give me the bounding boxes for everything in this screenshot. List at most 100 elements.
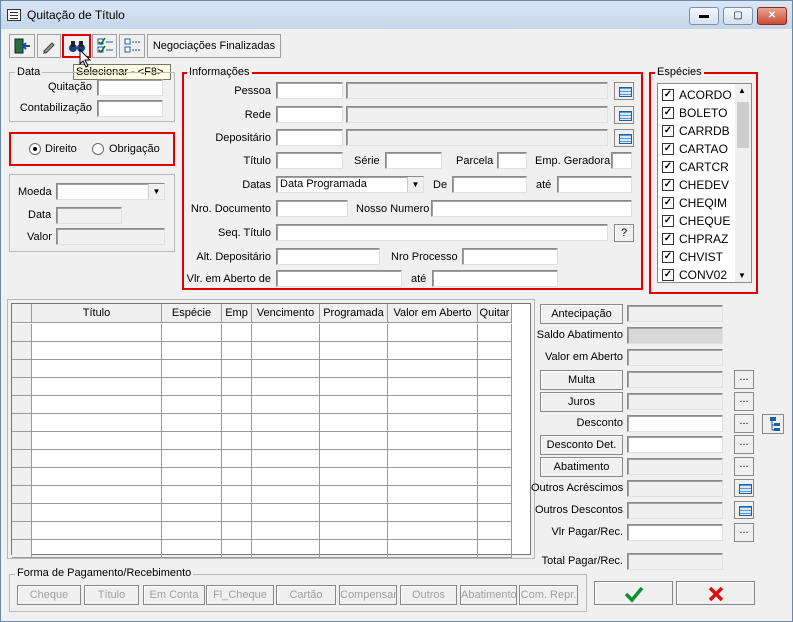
multa-button[interactable]: Multa: [540, 370, 623, 390]
desconto-det-input[interactable]: [627, 436, 723, 453]
especie-checkbox[interactable]: ✓: [662, 89, 674, 101]
table-cell[interactable]: [222, 522, 252, 540]
table-cell[interactable]: [252, 414, 320, 432]
outros-descontos-grid-icon[interactable]: [734, 501, 754, 519]
desconto-input[interactable]: [627, 415, 723, 432]
table-cell[interactable]: [162, 432, 222, 450]
rede-lookup-icon[interactable]: [614, 106, 634, 124]
table-cell[interactable]: [478, 342, 512, 360]
row-indicator[interactable]: [12, 450, 32, 468]
table-cell[interactable]: [388, 324, 478, 342]
table-cell[interactable]: [478, 396, 512, 414]
table-cell[interactable]: [222, 450, 252, 468]
antecipacao-button[interactable]: Antecipação: [540, 304, 623, 324]
nosso-numero-input[interactable]: [431, 200, 632, 217]
close-button[interactable]: ✕: [757, 7, 787, 25]
titulos-grid[interactable]: Título Espécie Emp Vencimento Programada Valo…: [11, 303, 531, 558]
table-cell[interactable]: [222, 414, 252, 432]
pagamento-button[interactable]: Abatimento: [460, 585, 517, 605]
row-indicator[interactable]: [12, 432, 32, 450]
table-cell[interactable]: [320, 540, 388, 558]
pagamento-button[interactable]: Título: [84, 585, 139, 605]
multa-ellipsis-button[interactable]: ...: [734, 370, 754, 389]
table-cell[interactable]: [320, 504, 388, 522]
table-cell[interactable]: [388, 468, 478, 486]
table-cell[interactable]: [162, 324, 222, 342]
table-row[interactable]: [12, 342, 512, 360]
table-cell[interactable]: [320, 414, 388, 432]
maximize-button[interactable]: ▢: [723, 7, 753, 25]
table-cell[interactable]: [320, 342, 388, 360]
especie-checkbox[interactable]: ✓: [662, 233, 674, 245]
especie-checkbox[interactable]: ✓: [662, 161, 674, 173]
table-cell[interactable]: [222, 468, 252, 486]
table-cell[interactable]: [388, 396, 478, 414]
grid-column-header[interactable]: Espécie: [162, 304, 222, 323]
scroll-down-icon[interactable]: ▼: [738, 271, 746, 280]
row-indicator[interactable]: [12, 468, 32, 486]
row-indicator[interactable]: [12, 378, 32, 396]
especies-list[interactable]: ✓ ACORDO ✓ BOLETO ✓ CARRDB ✓ CARTAO ✓ CARTCR ✓ CHED…: [657, 83, 752, 283]
table-cell[interactable]: [252, 378, 320, 396]
minimize-button[interactable]: ▬: [689, 7, 719, 25]
table-row[interactable]: [12, 540, 512, 558]
vlr-aberto-de-input[interactable]: [276, 270, 402, 287]
vlr-ate-input[interactable]: [432, 270, 558, 287]
table-cell[interactable]: [162, 540, 222, 558]
table-cell[interactable]: [162, 414, 222, 432]
table-cell[interactable]: [320, 522, 388, 540]
table-row[interactable]: [12, 504, 512, 522]
table-cell[interactable]: [32, 360, 162, 378]
cancel-button[interactable]: [676, 581, 755, 605]
table-cell[interactable]: [252, 504, 320, 522]
table-cell[interactable]: [32, 540, 162, 558]
especies-scrollbar[interactable]: ▲ ▼: [735, 84, 751, 282]
obrigacao-radio[interactable]: [92, 143, 104, 155]
table-cell[interactable]: [162, 342, 222, 360]
table-cell[interactable]: [388, 486, 478, 504]
desconto-det-ellipsis-button[interactable]: ...: [734, 435, 754, 454]
table-cell[interactable]: [388, 432, 478, 450]
especie-checkbox[interactable]: ✓: [662, 269, 674, 281]
parcela-input[interactable]: [497, 152, 527, 169]
quitacao-input[interactable]: [97, 79, 163, 96]
table-cell[interactable]: [252, 360, 320, 378]
table-cell[interactable]: [162, 522, 222, 540]
row-indicator[interactable]: [12, 486, 32, 504]
row-indicator[interactable]: [12, 540, 32, 558]
especie-checkbox[interactable]: ✓: [662, 179, 674, 191]
table-row[interactable]: [12, 432, 512, 450]
table-cell[interactable]: [320, 468, 388, 486]
scroll-up-icon[interactable]: ▲: [738, 86, 746, 95]
datas-select[interactable]: Data Programada ▼: [276, 176, 424, 193]
data-de-input[interactable]: [452, 176, 527, 193]
table-cell[interactable]: [478, 360, 512, 378]
table-cell[interactable]: [388, 540, 478, 558]
direito-radio[interactable]: [29, 143, 41, 155]
vlr-pagar-input[interactable]: [627, 524, 723, 541]
table-cell[interactable]: [478, 522, 512, 540]
table-row[interactable]: [12, 360, 512, 378]
pagamento-button[interactable]: Com. Repr.: [519, 585, 578, 605]
nro-documento-input[interactable]: [276, 200, 348, 217]
table-cell[interactable]: [162, 504, 222, 522]
depositario-lookup-icon[interactable]: [614, 129, 634, 147]
pagamento-button[interactable]: Cartão: [276, 585, 336, 605]
pagamento-button[interactable]: Compensar: [339, 585, 397, 605]
table-cell[interactable]: [222, 540, 252, 558]
table-cell[interactable]: [252, 540, 320, 558]
table-cell[interactable]: [32, 396, 162, 414]
table-row[interactable]: [12, 450, 512, 468]
grid-column-header[interactable]: Vencimento: [252, 304, 320, 323]
table-cell[interactable]: [320, 432, 388, 450]
table-cell[interactable]: [320, 396, 388, 414]
seq-titulo-help-button[interactable]: ?: [614, 224, 634, 242]
table-cell[interactable]: [162, 450, 222, 468]
row-indicator[interactable]: [12, 414, 32, 432]
table-cell[interactable]: [32, 504, 162, 522]
titulo-input[interactable]: [276, 152, 343, 169]
table-cell[interactable]: [478, 432, 512, 450]
table-cell[interactable]: [32, 486, 162, 504]
table-cell[interactable]: [162, 378, 222, 396]
outros-acrescimos-grid-icon[interactable]: [734, 479, 754, 497]
